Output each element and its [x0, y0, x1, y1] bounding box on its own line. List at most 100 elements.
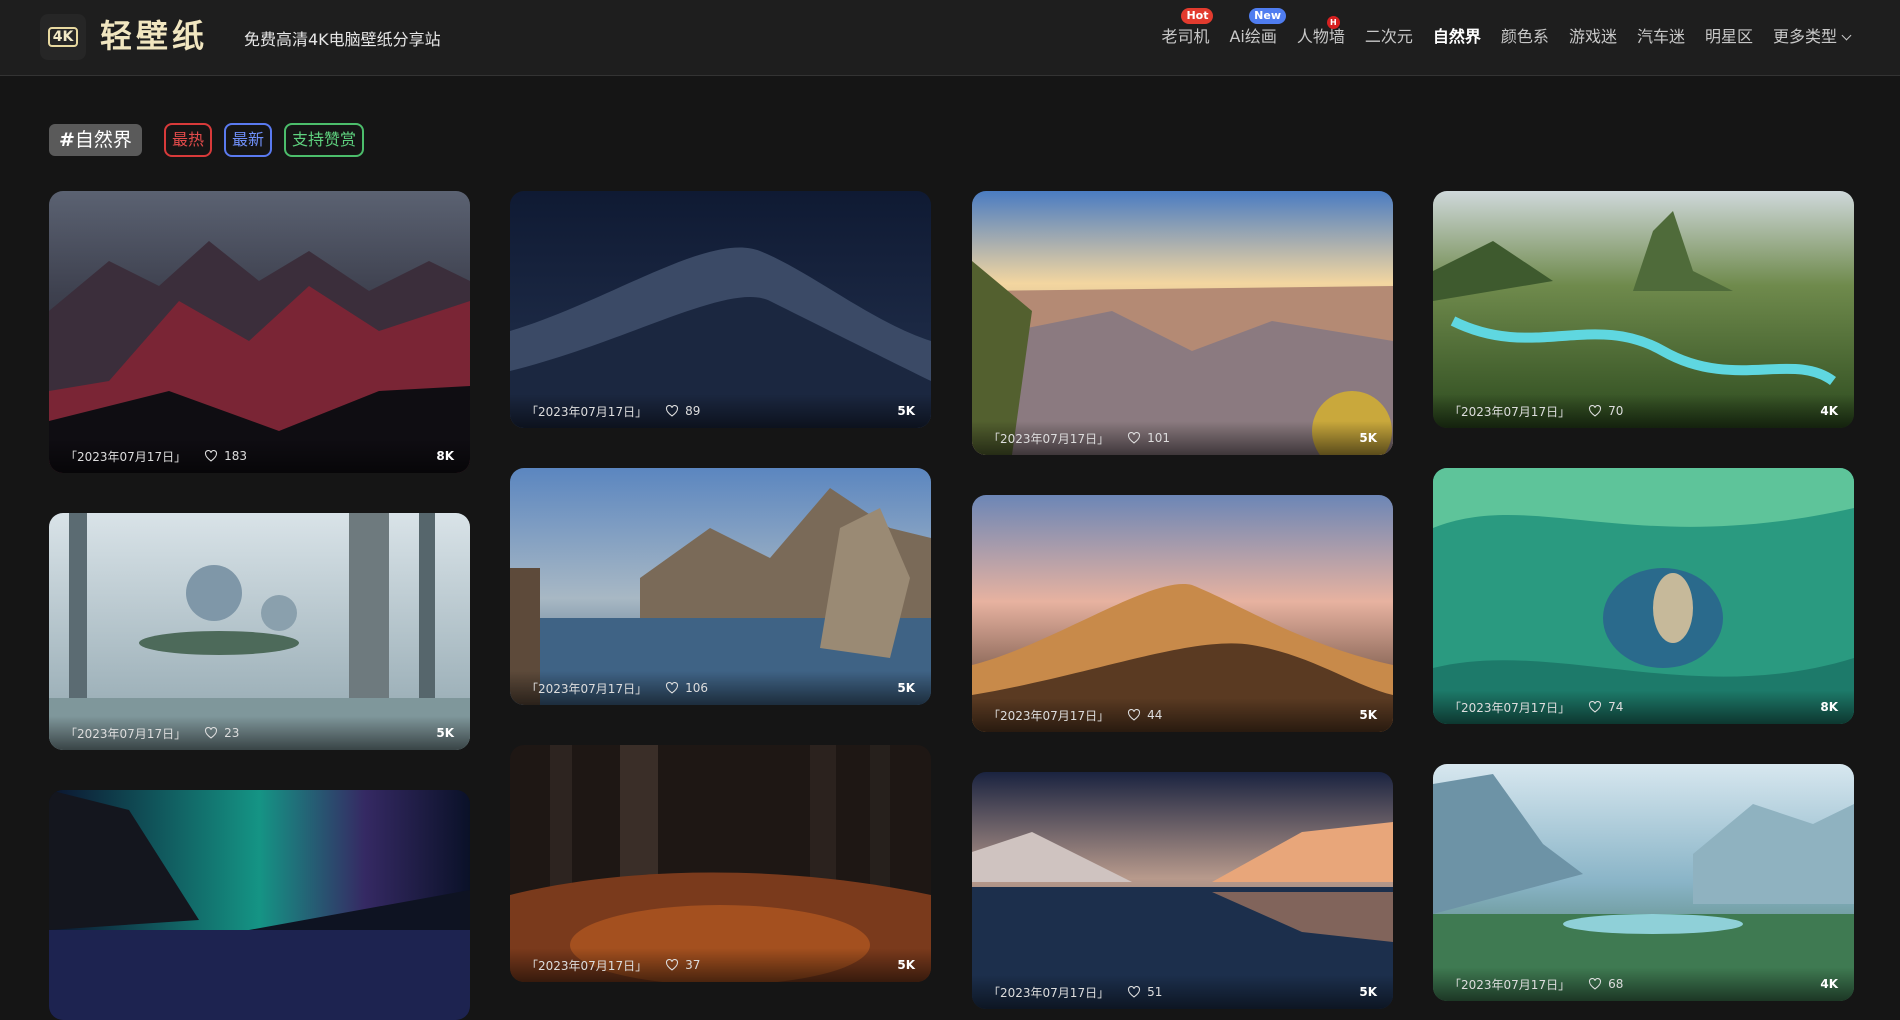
- card-likes: 74: [1608, 700, 1624, 714]
- support-button[interactable]: 支持赞赏: [283, 123, 364, 157]
- card-date: 「2023年07月17日」: [65, 449, 187, 464]
- nav-item-label: 游戏迷: [1568, 27, 1617, 46]
- nav-item-label: 汽车迷: [1636, 27, 1685, 46]
- wallpaper-thumbnail: [972, 191, 1393, 455]
- wallpaper-card[interactable]: 「2023年07月17日」 68 4K: [1433, 764, 1854, 1001]
- nav-item-label: 更多类型: [1772, 27, 1837, 46]
- heart-icon[interactable]: [204, 727, 218, 739]
- wallpaper-card[interactable]: 「2023年07月17日」 74 8K: [1433, 468, 1854, 724]
- card-likes: 183: [224, 449, 247, 463]
- card-resolution: 5K: [1359, 985, 1377, 999]
- heart-icon[interactable]: [1588, 405, 1602, 417]
- wallpaper-card[interactable]: 「2023年07月17日」 70 4K: [1433, 191, 1854, 428]
- card-resolution: 5K: [1359, 708, 1377, 722]
- nav-item-games[interactable]: 游戏迷: [1559, 26, 1627, 48]
- hot-badge: Hot: [1181, 8, 1214, 24]
- wallpaper-card[interactable]: 「2023年07月17日」 44 5K: [972, 495, 1393, 732]
- card-resolution: 5K: [897, 958, 915, 972]
- nav-item-more-types[interactable]: 更多类型: [1763, 26, 1860, 48]
- nav-item-label: 老司机: [1161, 27, 1210, 46]
- card-meta: 「2023年07月17日」 23 5K: [49, 716, 470, 750]
- wallpaper-thumbnail: [49, 513, 470, 750]
- card-date: 「2023年07月17日」: [526, 958, 648, 973]
- card-resolution: 5K: [1359, 431, 1377, 445]
- card-date: 「2023年07月17日」: [988, 985, 1110, 1000]
- wallpaper-thumbnail: [1433, 764, 1854, 1001]
- card-meta: 「2023年07月17日」 70 4K: [1433, 394, 1854, 428]
- wallpaper-thumbnail: [972, 495, 1393, 732]
- card-meta: 「2023年07月17日」 68 4K: [1433, 967, 1854, 1001]
- card-resolution: 5K: [897, 404, 915, 418]
- card-meta: 「2023年07月17日」 183 8K: [49, 439, 470, 473]
- wallpaper-card[interactable]: 「2023年07月17日」 89 5K: [510, 191, 931, 428]
- sort-new-button[interactable]: 最新: [223, 123, 272, 157]
- wallpaper-thumbnail: [972, 772, 1393, 1009]
- category-tag-label: 自然界: [74, 129, 132, 151]
- wallpaper-thumbnail: [510, 745, 931, 982]
- card-meta: 「2023年07月17日」 89 5K: [510, 394, 931, 428]
- logo-icon[interactable]: 4K: [40, 14, 86, 60]
- heart-icon[interactable]: [1127, 986, 1141, 998]
- filter-bar: #自然界 最热 最新 支持赞赏: [49, 123, 364, 157]
- card-date: 「2023年07月17日」: [1449, 404, 1571, 419]
- nav-item-cars[interactable]: 汽车迷: [1627, 26, 1695, 48]
- card-likes: 89: [685, 404, 701, 418]
- card-meta: 「2023年07月17日」 37 5K: [510, 948, 931, 982]
- site-logo-text[interactable]: 轻壁纸: [100, 16, 208, 56]
- heart-icon[interactable]: [1588, 701, 1602, 713]
- heart-icon[interactable]: [1127, 709, 1141, 721]
- card-meta: 「2023年07月17日」 106 5K: [510, 671, 931, 705]
- card-date: 「2023年07月17日」: [526, 681, 648, 696]
- card-date: 「2023年07月17日」: [526, 404, 648, 419]
- card-date: 「2023年07月17日」: [988, 708, 1110, 723]
- card-likes: 70: [1608, 404, 1624, 418]
- nav-item-ai-art[interactable]: Ai绘画 New: [1219, 8, 1287, 48]
- new-badge: New: [1249, 8, 1287, 24]
- wallpaper-thumbnail: [49, 191, 470, 473]
- wallpaper-thumbnail: [1433, 191, 1854, 428]
- card-meta: 「2023年07月17日」 74 8K: [1433, 690, 1854, 724]
- wallpaper-card[interactable]: 「2023年07月17日」 37 5K: [510, 745, 931, 982]
- card-likes: 44: [1147, 708, 1163, 722]
- card-resolution: 8K: [436, 449, 454, 463]
- card-resolution: 4K: [1820, 977, 1838, 991]
- card-likes: 101: [1147, 431, 1170, 445]
- sort-hot-button[interactable]: 最热: [163, 123, 212, 157]
- nav-item-people[interactable]: 人物墙 H: [1287, 16, 1355, 48]
- wallpaper-thumbnail: [510, 468, 931, 705]
- card-likes: 51: [1147, 985, 1163, 999]
- wallpaper-thumbnail: [510, 191, 931, 428]
- card-date: 「2023年07月17日」: [988, 431, 1110, 446]
- card-meta: 「2023年07月17日」 101 5K: [972, 421, 1393, 455]
- wallpaper-card[interactable]: [49, 790, 470, 1020]
- nav-item-label: 颜色系: [1500, 27, 1549, 46]
- nav-item-label: Ai绘画: [1229, 27, 1277, 46]
- wallpaper-card[interactable]: 「2023年07月17日」 106 5K: [510, 468, 931, 705]
- nav-item-laosiji[interactable]: 老司机 Hot: [1151, 8, 1219, 48]
- wallpaper-card[interactable]: 「2023年07月17日」 101 5K: [972, 191, 1393, 455]
- card-date: 「2023年07月17日」: [1449, 700, 1571, 715]
- nav-item-nature[interactable]: 自然界: [1423, 26, 1491, 48]
- nav-item-label: 明星区: [1704, 27, 1753, 46]
- card-likes: 37: [685, 958, 701, 972]
- nav-item-label: 自然界: [1432, 27, 1481, 46]
- wallpaper-card[interactable]: 「2023年07月17日」 23 5K: [49, 513, 470, 750]
- nav-item-colors[interactable]: 颜色系: [1491, 26, 1559, 48]
- nav-item-label: 人物墙: [1296, 27, 1345, 46]
- wallpaper-card[interactable]: 「2023年07月17日」 51 5K: [972, 772, 1393, 1009]
- wallpaper-thumbnail: [49, 790, 470, 1020]
- nav-item-stars[interactable]: 明星区: [1695, 26, 1763, 48]
- wallpaper-card[interactable]: 「2023年07月17日」 183 8K: [49, 191, 470, 473]
- heart-icon[interactable]: [1588, 978, 1602, 990]
- heart-icon[interactable]: [665, 959, 679, 971]
- card-resolution: 5K: [897, 681, 915, 695]
- heart-icon[interactable]: [665, 405, 679, 417]
- logo-badge-text: 4K: [47, 27, 79, 47]
- heart-icon[interactable]: [1127, 432, 1141, 444]
- card-meta: 「2023年07月17日」 51 5K: [972, 975, 1393, 1009]
- nav-item-anime[interactable]: 二次元: [1355, 26, 1423, 48]
- heart-icon[interactable]: [665, 682, 679, 694]
- h-badge: H: [1326, 16, 1340, 29]
- site-tagline: 免费高清4K电脑壁纸分享站: [244, 30, 441, 49]
- heart-icon[interactable]: [204, 450, 218, 462]
